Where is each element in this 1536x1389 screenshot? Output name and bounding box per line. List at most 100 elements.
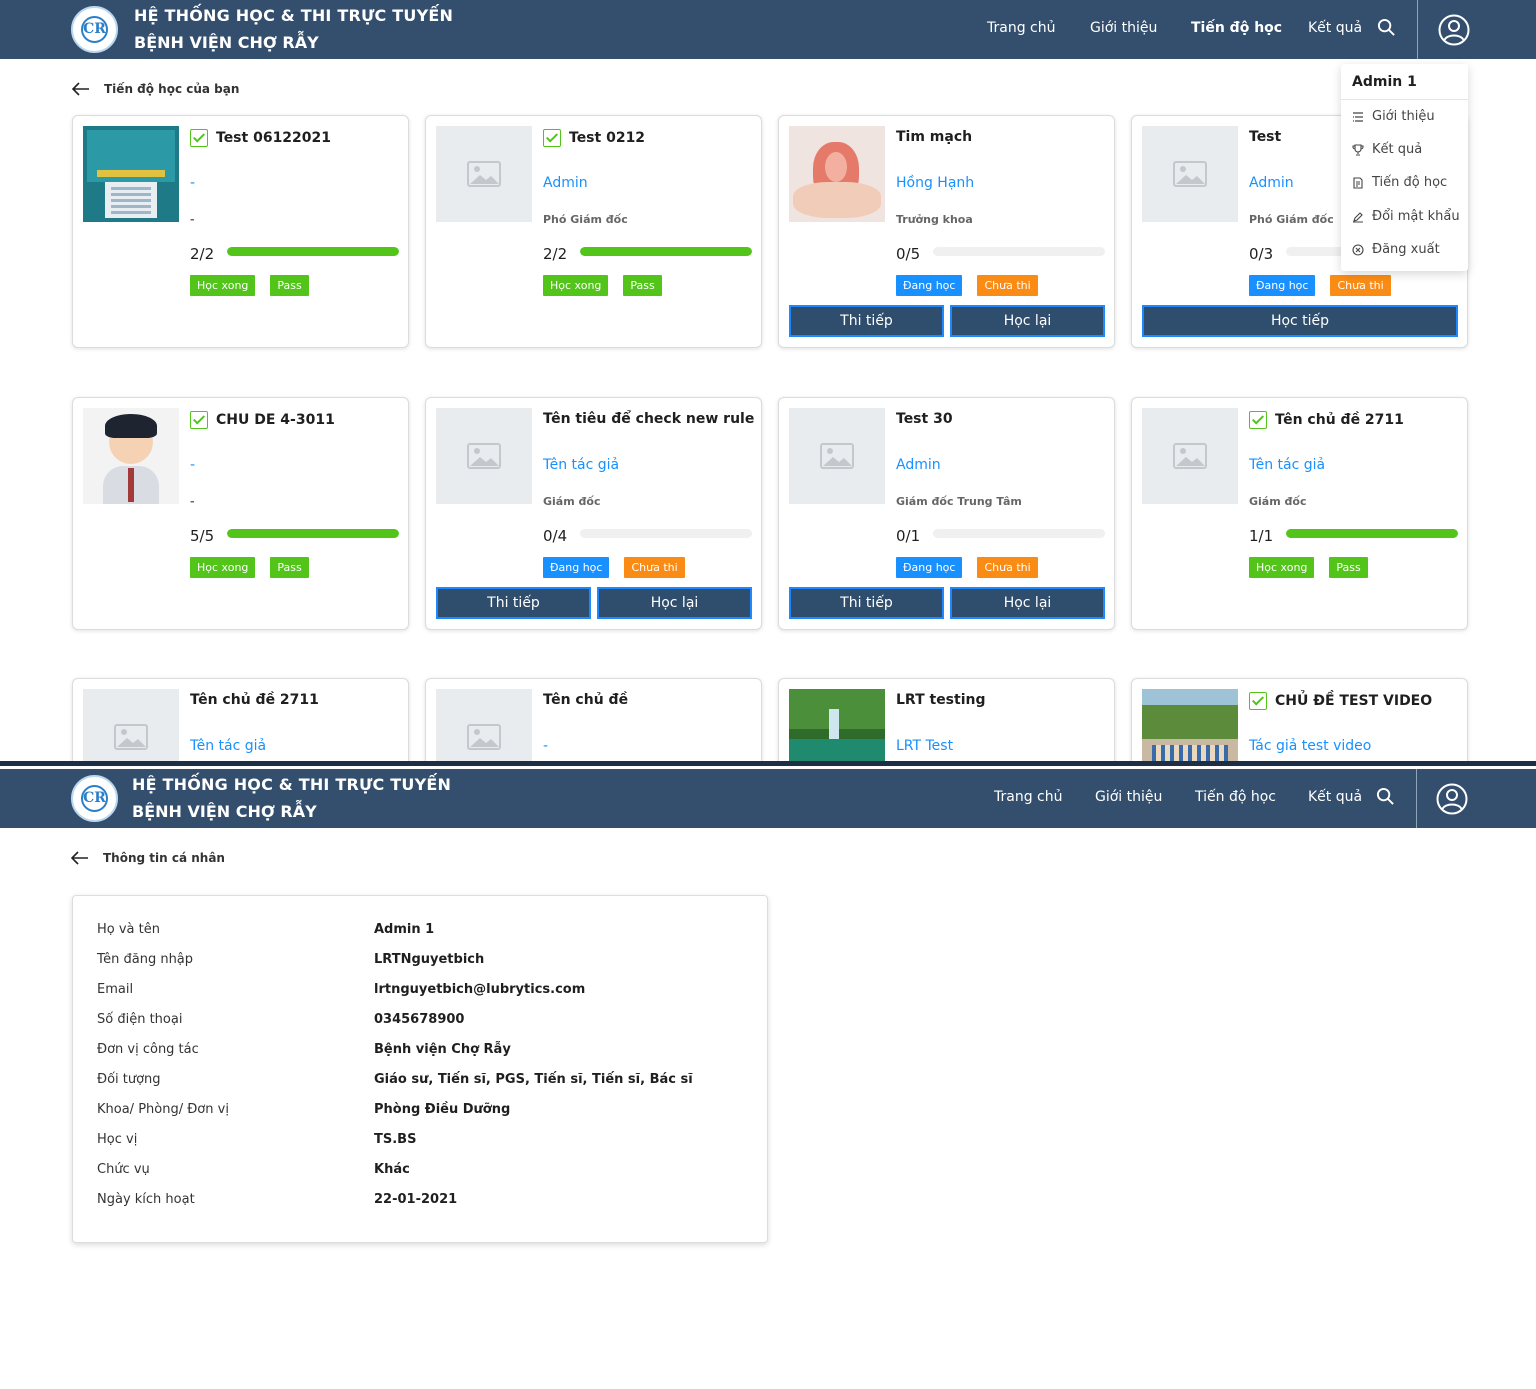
continue-exam-button[interactable]: Thi tiếp [436, 587, 591, 619]
field-label: Email [97, 982, 134, 997]
field-label: Học vị [97, 1132, 138, 1147]
field-value: LRTNguyetbich [374, 952, 485, 967]
menu-item-progress[interactable]: Tiến độ học [1352, 175, 1447, 190]
progress-bar [227, 247, 399, 256]
progress-bar [580, 247, 752, 256]
hospital-logo[interactable]: CR [71, 6, 118, 53]
document-icon [1353, 176, 1363, 189]
course-title[interactable]: Tim mạch [896, 129, 972, 145]
list-icon [1353, 111, 1363, 122]
nav-home[interactable]: Trang chủ [994, 789, 1062, 805]
site-title-line1: HỆ THỐNG HỌC & THI TRỰC TUYẾN [134, 6, 454, 25]
exam-tag: Chưa thi [1330, 275, 1391, 296]
course-title[interactable]: Tên chủ đề 2711 [190, 692, 319, 708]
course-card[interactable]: Tên chủ đề 2711 Tên tác giả [72, 678, 409, 763]
course-author-position: Giám đốc [1249, 495, 1307, 508]
course-title[interactable]: Tên chủ đề 2711 [1249, 411, 1404, 429]
course-author: Tác giả test video [1249, 738, 1372, 754]
continue-learning-button[interactable]: Học tiếp [1142, 305, 1458, 337]
back-arrow-icon[interactable] [72, 82, 90, 96]
nav-progress[interactable]: Tiến độ học [1191, 20, 1282, 36]
course-card[interactable]: Test 0212 Admin Phó Giám đốc 2/2 Học xon… [425, 115, 762, 348]
completed-check-icon [190, 411, 208, 429]
course-thumbnail [1142, 408, 1238, 504]
exam-tag: Pass [623, 275, 662, 296]
top-header: CR HỆ THỐNG HỌC & THI TRỰC TUYẾN BỆNH VI… [0, 0, 1536, 59]
course-title[interactable]: Test 30 [896, 411, 953, 427]
nav-progress[interactable]: Tiến độ học [1195, 789, 1276, 805]
nav-results[interactable]: Kết quả [1308, 20, 1362, 36]
course-card[interactable]: CHỦ ĐỀ TEST VIDEO Tác giả test video [1131, 678, 1468, 763]
image-placeholder-icon [467, 724, 501, 750]
page-subtitle: Thông tin cá nhân [103, 851, 225, 865]
field-label: Chức vụ [97, 1162, 150, 1177]
relearn-button[interactable]: Học lại [950, 587, 1105, 619]
course-title[interactable]: Tên chủ đề [543, 692, 628, 708]
course-author: Hồng Hạnh [896, 175, 975, 191]
course-card[interactable]: Test 06122021 - - 2/2 Học xong Pass [72, 115, 409, 348]
menu-item-results[interactable]: Kết quả [1352, 142, 1422, 157]
user-dropdown-menu: Admin 1 Giới thiệu Kết quả Tiến độ học Đ… [1341, 64, 1468, 271]
course-title[interactable]: CHỦ ĐỀ TEST VIDEO [1249, 692, 1432, 710]
course-thumbnail [83, 126, 179, 222]
course-thumbnail [789, 126, 885, 222]
course-card[interactable]: Tên chủ đề - [425, 678, 762, 763]
search-icon[interactable] [1377, 18, 1396, 37]
field-label: Đối tượng [97, 1072, 161, 1087]
course-author: Tên tác giả [190, 738, 267, 754]
course-title[interactable]: Tên tiêu để check new rule [543, 411, 754, 427]
user-avatar-icon[interactable] [1436, 783, 1468, 815]
relearn-button[interactable]: Học lại [597, 587, 752, 619]
search-icon[interactable] [1376, 787, 1395, 806]
field-value: TS.BS [374, 1132, 417, 1147]
exam-tag: Pass [1329, 557, 1368, 578]
course-author: - [190, 175, 196, 191]
progress-count: 0/3 [1249, 245, 1274, 263]
continue-exam-button[interactable]: Thi tiếp [789, 305, 944, 337]
course-card[interactable]: Test 30 Admin Giám đốc Trung Tâm 0/1 Đan… [778, 397, 1115, 630]
nav-about[interactable]: Giới thiệu [1090, 20, 1157, 36]
trophy-icon [1352, 143, 1364, 156]
nav-home[interactable]: Trang chủ [987, 20, 1055, 36]
menu-divider [1341, 99, 1468, 100]
completed-check-icon [1249, 411, 1267, 429]
image-placeholder-icon [820, 443, 854, 469]
relearn-button[interactable]: Học lại [950, 305, 1105, 337]
course-author-position: - [190, 213, 195, 226]
status-tag: Đang học [896, 275, 963, 296]
field-label: Họ và tên [97, 922, 160, 937]
page-subtitle: Tiến độ học của bạn [104, 82, 240, 96]
course-title[interactable]: Test 0212 [543, 129, 645, 147]
course-author: Admin [1249, 175, 1294, 191]
hospital-logo[interactable]: CR [71, 775, 118, 822]
image-placeholder-icon [114, 724, 148, 750]
progress-count: 2/2 [543, 245, 568, 263]
course-card[interactable]: LRT testing LRT Test [778, 678, 1115, 763]
menu-item-logout[interactable]: Đăng xuất [1352, 242, 1440, 257]
nav-about[interactable]: Giới thiệu [1095, 789, 1162, 805]
course-title[interactable]: Test 06122021 [190, 129, 331, 147]
field-label: Khoa/ Phòng/ Đơn vị [97, 1102, 229, 1117]
course-title[interactable]: LRT testing [896, 692, 986, 708]
course-thumbnail [83, 689, 179, 763]
course-author: Tên tác giả [543, 457, 620, 473]
course-author-position: Giám đốc [543, 495, 601, 508]
course-card[interactable]: Tên tiêu để check new rule Tên tác giả G… [425, 397, 762, 630]
menu-item-change-password[interactable]: Đổi mật khẩu [1352, 209, 1460, 224]
continue-exam-button[interactable]: Thi tiếp [789, 587, 944, 619]
status-tag: Đang học [1249, 275, 1316, 296]
course-title[interactable]: CHU DE 4-3011 [190, 411, 335, 429]
course-card[interactable]: CHU DE 4-3011 - - 5/5 Học xong Pass [72, 397, 409, 630]
course-card[interactable]: Tên chủ đề 2711 Tên tác giả Giám đốc 1/1… [1131, 397, 1468, 630]
progress-count: 0/4 [543, 527, 568, 545]
nav-results[interactable]: Kết quả [1308, 789, 1362, 805]
course-title[interactable]: Test [1249, 129, 1281, 145]
course-author: - [543, 738, 549, 754]
status-tag: Đang học [543, 557, 610, 578]
user-avatar-icon[interactable] [1438, 14, 1470, 46]
back-arrow-icon[interactable] [71, 851, 89, 865]
completed-check-icon [190, 129, 208, 147]
course-card[interactable]: Tim mạch Hồng Hạnh Trưởng khoa 0/5 Đang … [778, 115, 1115, 348]
course-author-position: Phó Giám đốc [1249, 213, 1334, 226]
menu-item-about[interactable]: Giới thiệu [1352, 109, 1435, 124]
